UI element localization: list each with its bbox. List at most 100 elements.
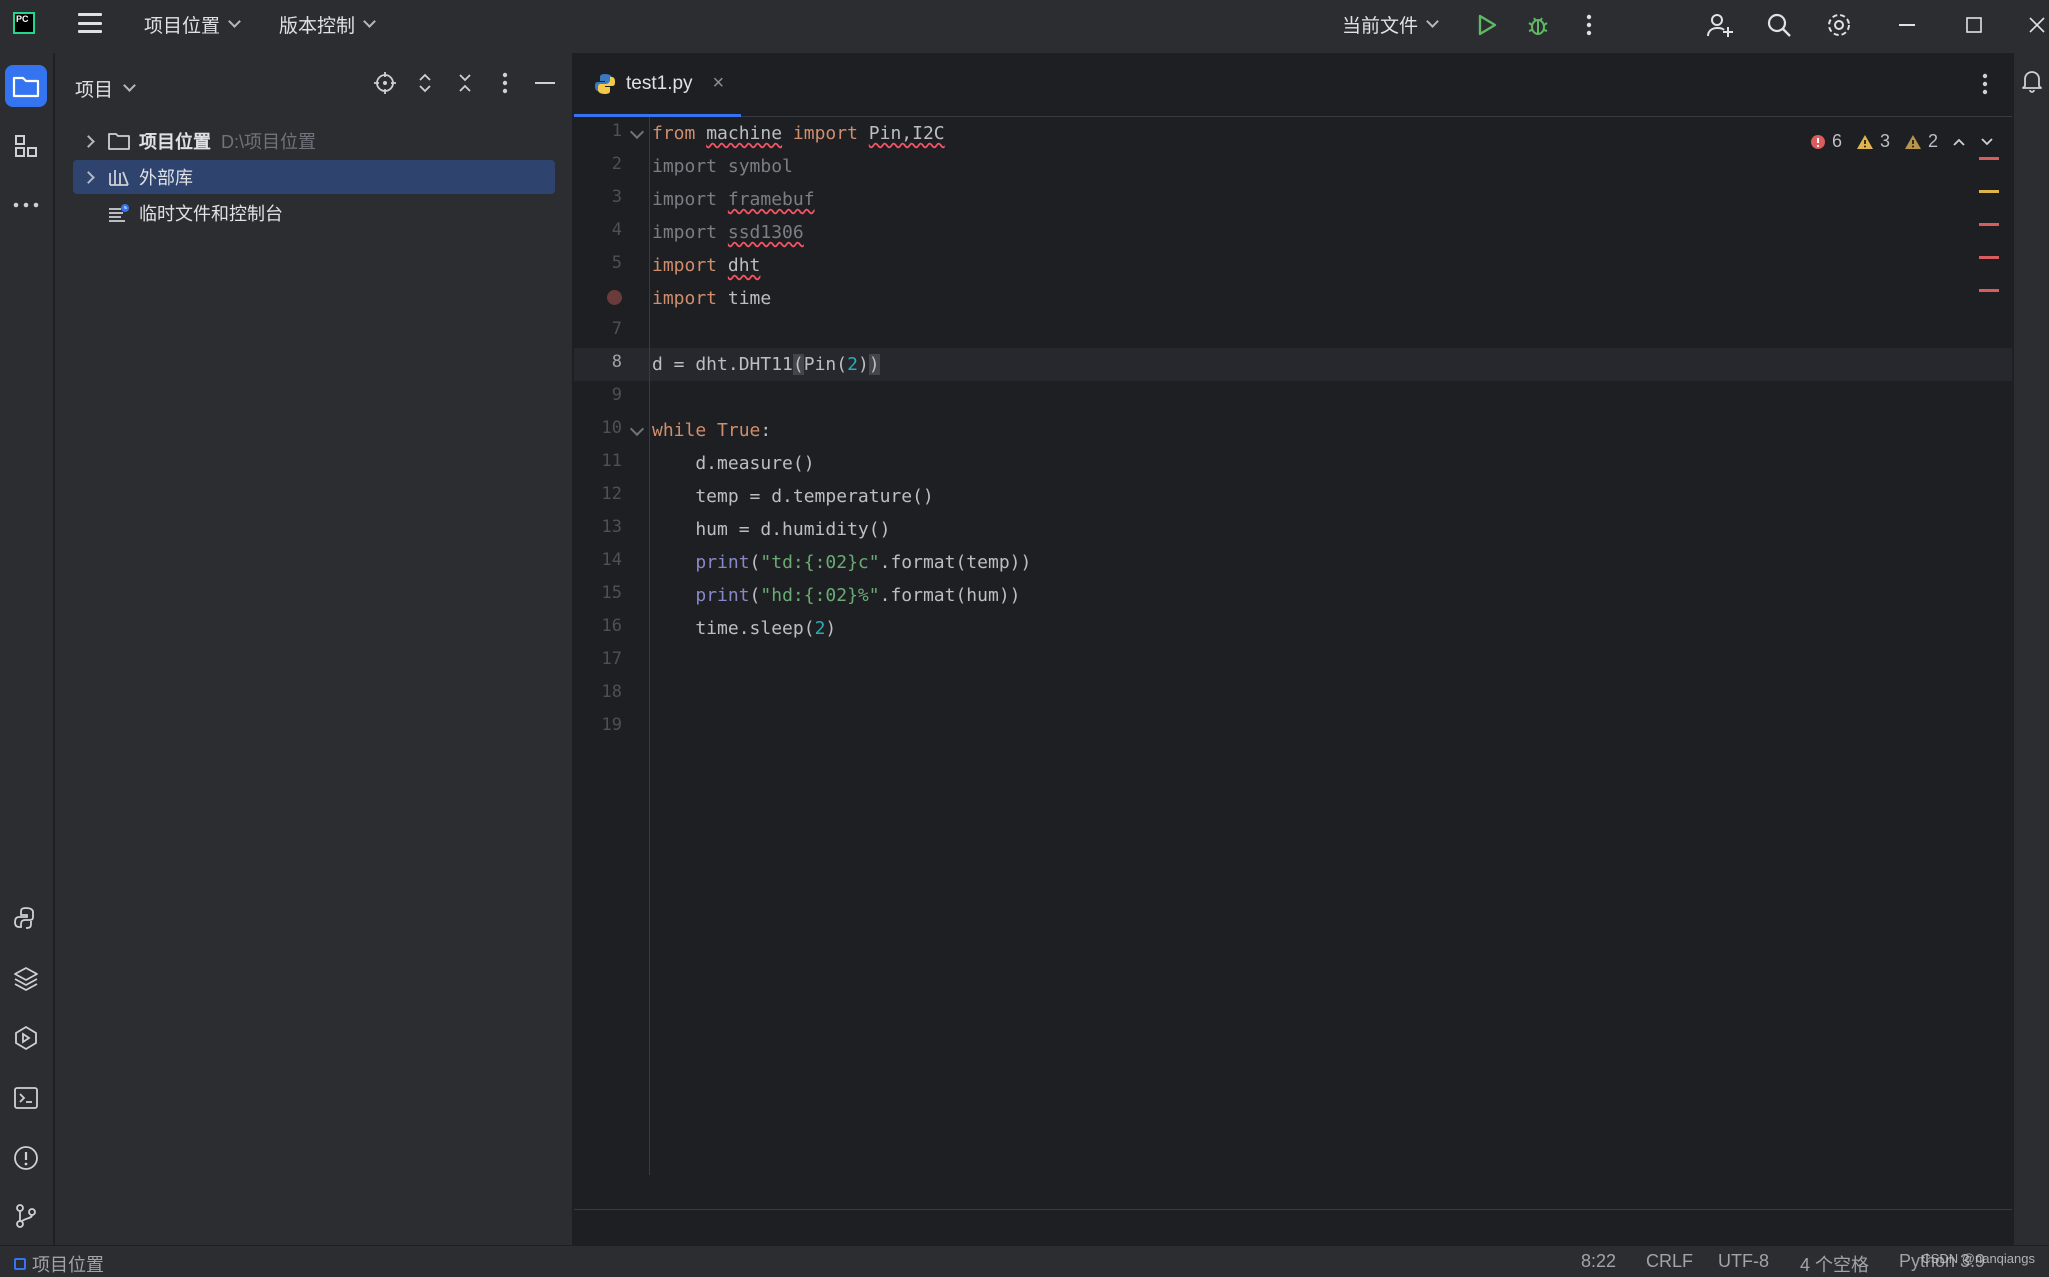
terminal-button[interactable] [5,1077,47,1119]
vcs-menu[interactable]: 版本控制 [279,11,376,38]
warnings-count[interactable]: 3 [1856,131,1890,152]
problems-button[interactable] [5,1137,47,1179]
vcs-menu-label: 版本控制 [279,16,356,37]
editor-area: test1.py × 1 2 3 4 5 7 8 9 10 11 12 13 1… [574,53,2012,1245]
code-line-13: hum = d.humidity() [652,519,891,540]
code-line-2: import symbol [652,156,793,177]
next-highlight-icon[interactable] [1980,131,1994,152]
breakpoint-icon[interactable] [607,290,622,305]
python-icon [14,907,34,929]
warning-stripe-mark[interactable] [1979,190,1999,193]
code-line-5: import dht [652,255,761,276]
tab-label: test1.py [626,72,693,94]
more-actions-icon[interactable] [1574,10,1604,40]
fold-toggle-icon[interactable] [629,421,645,437]
line-separator[interactable]: CRLF [1646,1251,1693,1272]
minimize-window-icon[interactable] [1893,10,1923,40]
left-tool-strip [0,53,54,1245]
python-console-button[interactable] [5,897,47,939]
errors-count[interactable]: 6 [1810,131,1842,152]
code-line-14: print("td:{:02}c".format(temp)) [695,552,1032,573]
line-number: 16 [601,616,622,636]
weak-warnings-count[interactable]: 2 [1904,131,1938,152]
tree-item-scratches[interactable]: 临时文件和控制台 [107,196,283,230]
editor-bottom-divider [574,1209,2012,1210]
services-button[interactable] [5,1017,47,1059]
module-icon [14,1258,26,1270]
line-number: 10 [601,418,622,438]
line-number: 18 [601,682,622,702]
weak-warning-icon [1904,134,1921,149]
notifications-bell-icon[interactable] [2021,69,2043,98]
search-icon[interactable] [1764,10,1794,40]
title-bar: PC 项目位置 版本控制 当前文件 [0,0,2049,53]
chevron-down-icon [1426,15,1439,28]
python-file-icon [595,73,615,94]
hide-panel-icon[interactable] [532,70,558,96]
file-encoding[interactable]: UTF-8 [1718,1251,1769,1272]
expand-all-icon[interactable] [412,70,438,96]
tree-item-external-libraries[interactable]: 外部库 [73,160,555,194]
more-tools-icon[interactable] [5,184,47,226]
structure-icon [15,135,37,157]
project-tool-button[interactable] [5,65,47,107]
python-packages-button[interactable] [5,957,47,999]
code-editor[interactable]: from machine import Pin,I2C import symbo… [652,117,2009,1175]
settings-gear-icon[interactable] [1824,10,1854,40]
line-number: 13 [601,517,622,537]
tab-options-icon[interactable] [1972,71,1998,97]
tree-item-label: 项目位置 [139,132,211,152]
indent-setting[interactable]: 4 个空格 [1800,1251,1869,1277]
code-line-8: d = dht.DHT11(Pin(2)) [652,354,880,375]
add-user-icon[interactable] [1705,10,1735,40]
line-number: 15 [601,583,622,603]
code-line-12: temp = d.temperature() [652,486,934,507]
project-menu[interactable]: 项目位置 [144,11,241,38]
code-line-4: import ssd1306 [652,222,804,243]
line-number: 3 [611,187,622,207]
collapse-all-icon[interactable] [452,70,478,96]
status-breadcrumb[interactable]: 项目位置 [14,1251,104,1277]
git-button[interactable] [5,1195,47,1237]
chevron-right-icon[interactable] [82,134,95,148]
debug-icon[interactable] [1523,10,1553,40]
close-window-icon[interactable] [2022,10,2049,40]
fold-toggle-icon[interactable] [629,124,645,140]
line-number: 1 [611,121,622,141]
run-icon[interactable] [1472,10,1502,40]
pycharm-logo-icon[interactable]: PC [13,12,35,34]
services-icon [15,1025,37,1051]
options-icon[interactable] [492,70,518,96]
maximize-window-icon[interactable] [1959,10,1989,40]
caret-position[interactable]: 8:22 [1581,1251,1616,1272]
locate-file-icon[interactable] [372,70,398,96]
error-stripe-mark[interactable] [1979,157,1999,160]
tree-item-label: 临时文件和控制台 [139,204,283,224]
terminal-icon [14,1087,38,1109]
project-view-selector[interactable]: 项目 [75,75,136,102]
line-number: 8 [611,352,622,372]
code-line-11: d.measure() [652,453,815,474]
main-menu-icon[interactable] [78,13,102,33]
chevron-down-icon [363,15,376,28]
error-stripe-mark[interactable] [1979,223,1999,226]
right-tool-strip [2013,53,2049,1245]
tree-item-project-root[interactable]: 项目位置 D:\项目位置 [73,124,573,158]
structure-tool-button[interactable] [5,125,47,167]
chevron-right-icon[interactable] [82,170,95,184]
folder-icon [108,133,130,150]
editor-tab-bar: test1.py × [574,53,2012,117]
tab-close-icon[interactable]: × [713,72,725,95]
line-number: 14 [601,550,622,570]
run-config-selector[interactable]: 当前文件 [1342,11,1439,38]
watermark-text: CSDN @nanqiangs [1921,1251,2035,1266]
code-line-16: time.sleep(2) [652,618,837,639]
previous-highlight-icon[interactable] [1952,131,1966,152]
error-stripe-mark[interactable] [1979,289,1999,292]
error-stripe-mark[interactable] [1979,256,1999,259]
inspection-widget[interactable]: 6 3 2 [1810,131,1994,152]
project-panel-title: 项目 [75,80,114,101]
tab-test1-py[interactable]: test1.py × [574,53,741,117]
line-number: 7 [611,319,622,339]
tree-item-label: 外部库 [139,168,193,188]
